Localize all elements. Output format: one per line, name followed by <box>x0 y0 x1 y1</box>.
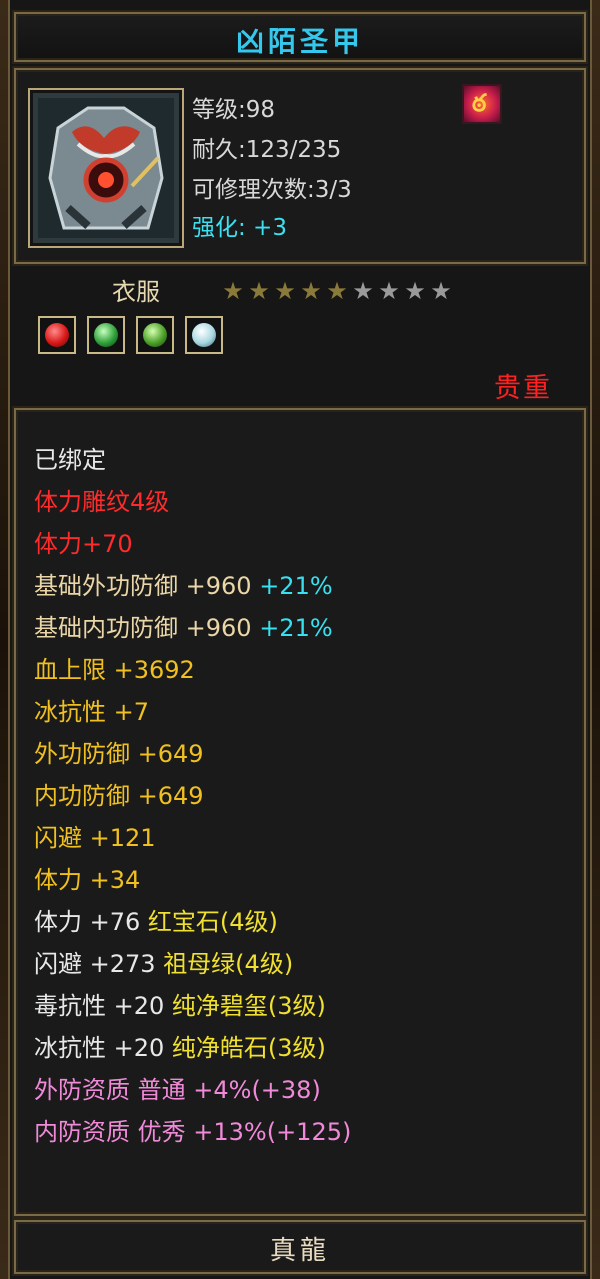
stat-text: 冰抗性 +20 <box>34 1034 172 1062</box>
stat-line: 基础内功防御 +960 +21% <box>34 608 333 643</box>
stat-text: 闪避 +273 <box>34 950 164 978</box>
ruby-gem-slot[interactable] <box>38 316 76 354</box>
stat-line: 已绑定 <box>34 440 106 475</box>
enhance-text: 强化: +3 <box>192 215 287 241</box>
gem-slots <box>38 316 229 358</box>
stat-text: 内防资质 优秀 +13%(+125) <box>34 1118 352 1146</box>
ruby-gem-icon <box>45 323 69 347</box>
stat-line: 内功防御 +649 <box>34 776 204 811</box>
stat-text: 外功防御 +649 <box>34 740 204 768</box>
star-icon: ★ <box>300 277 322 305</box>
star-rating: ★ ★ ★ ★ ★ ★ ★ ★ ★ <box>220 278 454 304</box>
stat-text: 体力雕纹4级 <box>34 488 170 516</box>
item-icon-slot <box>28 88 184 248</box>
flame-quality-icon: ఠ <box>462 84 502 124</box>
stat-text: 血上限 +3692 <box>34 656 195 684</box>
star-icon: ★ <box>378 277 400 305</box>
right-border-strip <box>592 0 600 1279</box>
stat-text: 已绑定 <box>34 446 106 474</box>
stat-line: 外功防御 +649 <box>34 734 204 769</box>
stat-line: 冰抗性 +7 <box>34 692 149 727</box>
stat-text: +21% <box>259 614 333 642</box>
emerald-gem-slot[interactable] <box>87 316 126 354</box>
stat-text: 内功防御 +649 <box>34 782 204 810</box>
stat-line: 体力 +76 红宝石(4级) <box>34 902 278 937</box>
jade-gem-slot[interactable] <box>185 316 224 354</box>
rarity-label: 贵重 <box>494 373 552 404</box>
stats-box: 已绑定 体力雕纹4级 体力+70 基础外功防御 +960 +21% 基础内功防御 +96… <box>14 408 586 1216</box>
star-icon: ★ <box>222 277 244 305</box>
stat-line: 外防资质 普通 +4%(+38) <box>34 1070 321 1105</box>
star-icon: ★ <box>404 277 426 305</box>
emerald-gem-icon <box>94 323 119 347</box>
star-icon: ★ <box>326 277 348 305</box>
item-info-box: 等级:98 耐久:123/235 可修理次数:3/3 强化: +3 ఠ <box>14 68 586 264</box>
jade-gem-icon <box>192 323 217 347</box>
stat-line: 闪避 +121 <box>34 818 156 853</box>
stat-text: 基础内功防御 +960 <box>34 614 260 642</box>
stat-text: 体力 +34 <box>34 866 141 894</box>
repair-count-text: 可修理次数:3/3 <box>192 177 352 203</box>
title-bar: 凶陌圣甲 <box>14 12 586 62</box>
item-title: 凶陌圣甲 <box>235 25 364 58</box>
emerald-gem-slot[interactable] <box>136 316 175 354</box>
stat-text: 基础外功防御 +960 <box>34 572 260 600</box>
stat-text: 体力 +76 <box>34 908 148 936</box>
stat-line: 基础外功防御 +960 +21% <box>34 566 333 601</box>
stat-text: 外防资质 普通 +4%(+38) <box>34 1076 321 1104</box>
star-icon: ★ <box>248 277 270 305</box>
durability-text: 耐久:123/235 <box>192 137 342 163</box>
star-icon: ★ <box>352 277 374 305</box>
stat-text: 祖母绿(4级) <box>163 950 294 978</box>
emerald-gem-icon <box>143 323 168 347</box>
stat-text: 毒抗性 +20 <box>34 992 172 1020</box>
stat-line: 体力雕纹4级 <box>34 482 169 517</box>
footer-text: 真龍 <box>269 1236 330 1266</box>
stat-text: 红宝石(4级) <box>147 908 278 936</box>
star-icon: ★ <box>430 277 452 305</box>
stat-text: +21% <box>259 572 333 600</box>
footer-box: 真龍 <box>14 1220 586 1274</box>
stat-text: 冰抗性 +7 <box>34 698 150 726</box>
stat-text: 体力+70 <box>34 530 133 558</box>
stat-line: 血上限 +3692 <box>34 650 195 685</box>
item-category: 衣服 <box>112 278 160 306</box>
stat-text: 纯净碧玺(3级) <box>171 992 326 1020</box>
stat-line: 闪避 +273 祖母绿(4级) <box>34 944 293 979</box>
left-border-strip <box>0 0 8 1279</box>
level-text: 等级:98 <box>192 97 276 123</box>
star-icon: ★ <box>274 277 296 305</box>
stat-line: 内防资质 优秀 +13%(+125) <box>34 1112 351 1147</box>
stat-line: 毒抗性 +20 纯净碧玺(3级) <box>34 986 326 1021</box>
stat-text: 纯净皓石(3级) <box>171 1034 326 1062</box>
stat-line: 体力 +34 <box>34 860 140 895</box>
armor-icon <box>38 98 174 238</box>
stat-line: 冰抗性 +20 纯净皓石(3级) <box>34 1028 326 1063</box>
stat-line: 体力+70 <box>34 524 133 559</box>
stat-text: 闪避 +121 <box>34 824 156 852</box>
